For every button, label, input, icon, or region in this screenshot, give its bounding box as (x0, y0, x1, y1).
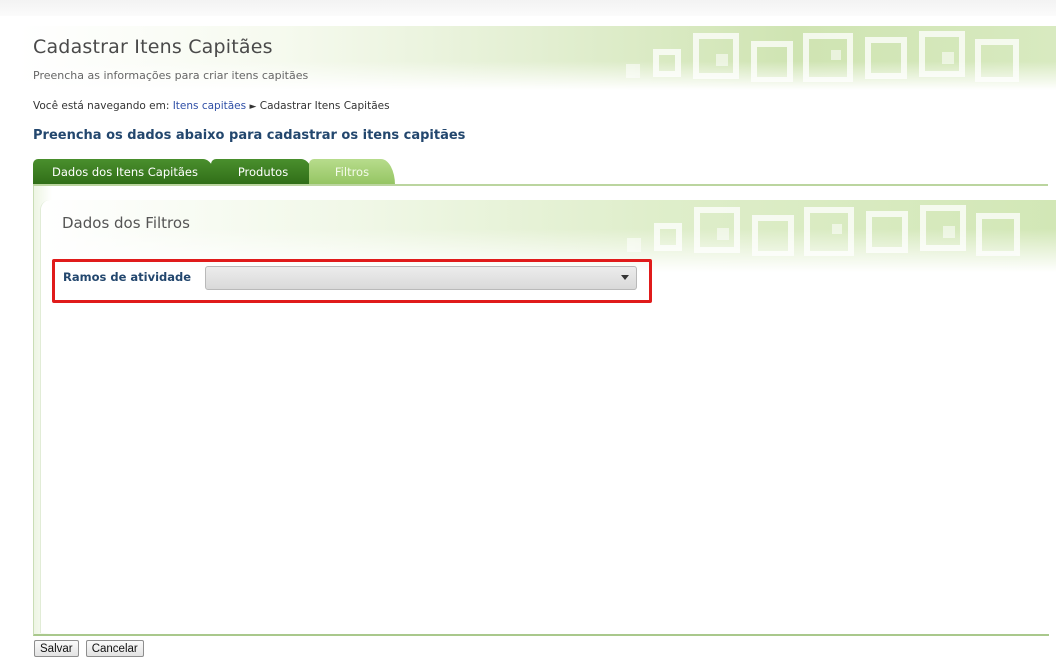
chevron-down-icon (621, 275, 629, 280)
breadcrumb-prefix: Você está navegando em: (33, 100, 170, 112)
tab-produtos[interactable]: Produtos (211, 159, 315, 185)
panel-pattern-decoration (627, 205, 1020, 256)
tab-filtros[interactable]: Filtros (309, 159, 395, 185)
top-strip (0, 0, 1056, 16)
panel-title: Dados dos Filtros (62, 214, 190, 232)
breadcrumb-link-itens-capitaes[interactable]: Itens capitães (173, 100, 246, 112)
breadcrumb-current: Cadastrar Itens Capitães (259, 100, 390, 112)
footer-buttons: Salvar Cancelar (34, 640, 146, 659)
save-button[interactable]: Salvar (34, 640, 79, 657)
breadcrumb-separator-icon: ► (249, 102, 257, 112)
cancel-button[interactable]: Cancelar (85, 640, 144, 657)
ramos-de-atividade-select[interactable] (205, 266, 637, 290)
ramos-de-atividade-label: Ramos de atividade (63, 270, 192, 284)
breadcrumb: Você está navegando em: Itens capitães ►… (33, 100, 390, 112)
header-pattern-decoration (626, 31, 1019, 82)
tab-dados-itens-capitaes[interactable]: Dados dos Itens Capitães (33, 159, 217, 185)
page-subtitle: Preencha as informações para criar itens… (33, 69, 309, 82)
section-heading: Preencha os dados abaixo para cadastrar … (33, 128, 466, 143)
page-title: Cadastrar Itens Capitães (33, 36, 273, 58)
